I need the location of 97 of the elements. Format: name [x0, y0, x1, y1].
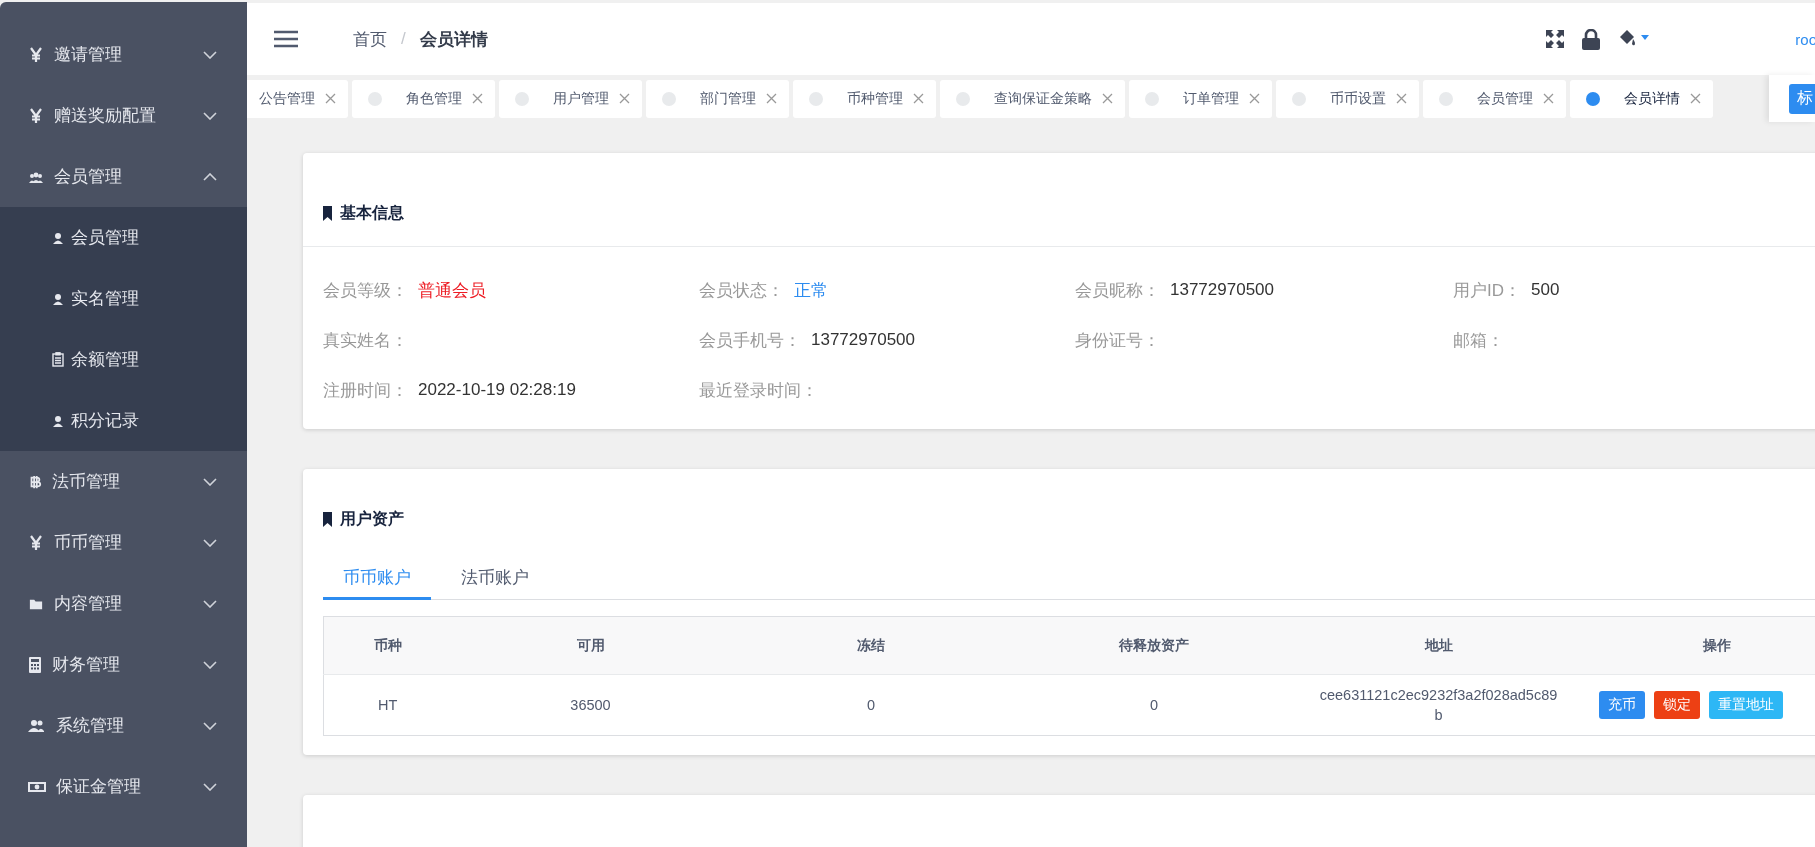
page-tab[interactable]: 币种管理	[793, 79, 936, 118]
sidebar-item[interactable]: 赠送奖励配置	[0, 85, 247, 146]
dot-icon	[1586, 91, 1600, 106]
field-label: 邮箱：	[1453, 329, 1504, 352]
sidebar-label: 赠送奖励配置	[54, 105, 157, 127]
field-value: 13772970500	[811, 330, 915, 350]
sidebar-label: 会员管理	[54, 166, 123, 188]
field-label: 会员昵称：	[1075, 279, 1160, 302]
table-cell: 0	[866, 697, 876, 713]
close-icon[interactable]	[325, 93, 336, 104]
sidebar-label: 法币管理	[52, 471, 121, 493]
field-label: 身份证号：	[1075, 329, 1160, 352]
page-tab[interactable]: 订单管理	[1129, 79, 1272, 118]
close-icon[interactable]	[1249, 93, 1260, 104]
page-tab[interactable]: 部门管理	[646, 79, 789, 118]
sidebar-label: 保证金管理	[56, 776, 142, 798]
field-label: 会员状态：	[699, 279, 784, 302]
sidebar-item[interactable]: 系统管理	[0, 695, 247, 756]
breadcrumb-item: 会员详情	[419, 28, 488, 51]
page-tab[interactable]: 会员详情	[1570, 79, 1713, 118]
submenu-label: 积分记录	[71, 410, 139, 432]
sidebar-item[interactable]: 法币管理	[0, 451, 247, 512]
user-icon	[52, 292, 64, 305]
close-icon[interactable]	[1543, 93, 1554, 104]
field-value: 13772970500	[1170, 280, 1274, 300]
close-icon[interactable]	[766, 93, 777, 104]
sidebar-label: 币币管理	[54, 532, 123, 554]
bookmark-icon	[323, 512, 332, 527]
column-header: 地址	[1424, 636, 1453, 653]
field-value: 500	[1531, 280, 1560, 300]
field-value: 普通会员	[418, 279, 486, 302]
column-header: 冻结	[857, 636, 885, 653]
field-label: 会员手机号：	[699, 329, 801, 352]
sidebar-item[interactable]: 币币管理	[0, 512, 247, 573]
field-label: 用户ID：	[1453, 279, 1521, 302]
page-tab[interactable]: 会员管理	[1423, 79, 1566, 118]
user-icon	[52, 414, 64, 427]
submenu-item[interactable]: 积分记录	[0, 390, 247, 451]
users-icon	[28, 718, 46, 733]
yen-icon	[28, 534, 44, 551]
close-icon[interactable]	[913, 93, 924, 104]
field-label: 真实姓名：	[323, 329, 408, 352]
close-icon[interactable]	[472, 93, 483, 104]
close-icon[interactable]	[1690, 93, 1701, 104]
field-label: 注册时间：	[323, 379, 408, 402]
field-value: 正常	[794, 279, 828, 302]
submenu-label: 余额管理	[71, 349, 139, 371]
sidebar-item[interactable]: 财务管理	[0, 634, 247, 695]
page-tab[interactable]: 公告管理	[247, 79, 348, 118]
column-header: 币种	[373, 636, 402, 653]
card-title: 基本信息	[340, 203, 404, 223]
calculator-icon	[28, 656, 42, 673]
yen-icon	[28, 46, 44, 63]
column-header: 操作	[1702, 636, 1731, 653]
field-label: 最近登录时间：	[699, 379, 818, 402]
coin-icon	[28, 473, 42, 490]
account-tab[interactable]: 币币账户	[323, 558, 431, 600]
menu-icon[interactable]	[274, 30, 298, 48]
page-tab[interactable]: 角色管理	[352, 79, 495, 118]
card-title: 用户资产	[340, 509, 404, 529]
column-header: 可用	[576, 636, 605, 653]
sidebar-item[interactable]: 会员管理	[0, 146, 247, 207]
sidebar-item[interactable]: 保证金管理	[0, 756, 247, 817]
clipboard-icon	[52, 352, 64, 367]
action-button[interactable]: 锁定	[1653, 691, 1700, 719]
submenu-item[interactable]: 实名管理	[0, 268, 247, 329]
sidebar-label: 内容管理	[54, 593, 123, 615]
sidebar-item[interactable]: 内容管理	[0, 573, 247, 634]
page-tab[interactable]: 查询保证金策略	[940, 79, 1125, 118]
bookmark-icon	[323, 206, 332, 221]
lock-icon[interactable]	[1582, 28, 1601, 50]
table-cell: 0	[1149, 697, 1159, 713]
sidebar-label: 财务管理	[52, 654, 121, 676]
page-tab[interactable]: 用户管理	[499, 79, 642, 118]
table-cell: 36500	[570, 697, 611, 713]
sidebar-label: 邀请管理	[54, 44, 123, 66]
breadcrumb-item[interactable]: 首页	[353, 27, 387, 51]
submenu-item[interactable]: 余额管理	[0, 329, 247, 390]
breadcrumb-separator: /	[401, 29, 406, 49]
field-value: 2022-10-19 02:28:19	[418, 380, 576, 400]
fullscreen-icon[interactable]	[1546, 30, 1565, 48]
yen-icon	[28, 107, 44, 124]
close-icon[interactable]	[619, 93, 630, 104]
account-tab[interactable]: 法币账户	[441, 558, 549, 600]
close-icon[interactable]	[1102, 93, 1113, 104]
table-cell-text: cee631121c2ec9232f3a2f028ad5c89b	[1318, 686, 1559, 725]
table-cell: HT	[378, 697, 398, 713]
close-icon[interactable]	[1396, 93, 1407, 104]
page-tab[interactable]: 币币设置	[1276, 79, 1419, 118]
submenu-label: 会员管理	[71, 227, 139, 249]
field-label: 会员等级：	[323, 279, 408, 302]
column-header: 待释放资产	[1119, 636, 1189, 653]
sidebar-label: 系统管理	[56, 715, 125, 737]
submenu-label: 实名管理	[71, 288, 139, 310]
sidebar-item[interactable]: 邀请管理	[0, 24, 247, 85]
user-icon	[52, 231, 64, 244]
submenu-item[interactable]: 会员管理	[0, 207, 247, 268]
